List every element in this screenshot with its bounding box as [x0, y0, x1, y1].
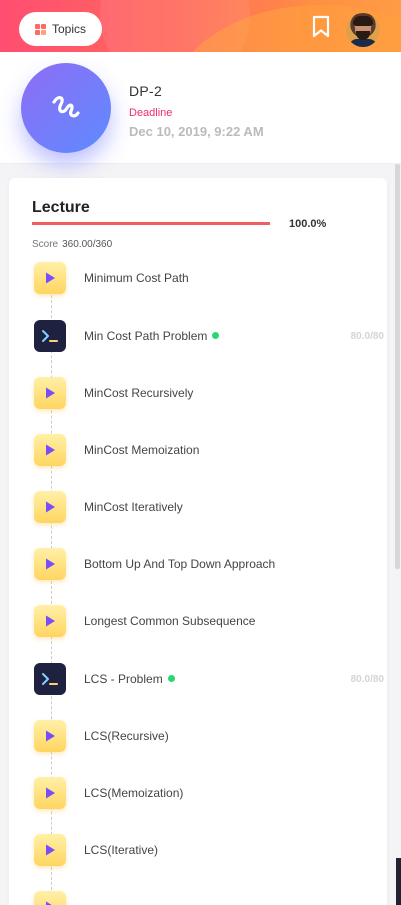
squiggle-icon	[52, 96, 80, 118]
lecture-card: Lecture 100.0% Score 360.00/360 Minimum C…	[9, 178, 387, 905]
progress-fill	[32, 222, 270, 225]
lecture-title: Lecture	[32, 199, 90, 216]
item-label: LCS(Iterative)	[84, 843, 159, 857]
video-item[interactable]: MinCost Recursively	[9, 377, 387, 417]
course-title: DP-2	[129, 83, 163, 99]
play-icon	[34, 891, 66, 905]
bottom-edge	[396, 858, 401, 905]
video-item[interactable]: Longest Common Subsequence	[9, 605, 387, 645]
bookmark-icon[interactable]	[311, 15, 331, 39]
play-icon	[34, 434, 66, 466]
video-item[interactable]	[9, 891, 387, 905]
score-label: Score	[32, 239, 59, 250]
play-icon	[34, 548, 66, 580]
video-item[interactable]: LCS(Recursive)	[9, 720, 387, 760]
play-icon	[34, 377, 66, 409]
course-logo	[21, 63, 111, 153]
grid-icon	[34, 23, 46, 35]
play-icon	[34, 777, 66, 809]
scrollbar[interactable]	[395, 164, 400, 569]
course-info: DP-2 Deadline Dec 10, 2019, 9:22 AM	[0, 52, 401, 164]
item-label: LCS - Problem	[84, 672, 175, 686]
item-label: LCS(Memoization)	[84, 786, 184, 800]
deadline-date: Dec 10, 2019, 9:22 AM	[129, 124, 264, 139]
score: Score 360.00/360	[32, 239, 112, 250]
topics-label: Topics	[51, 22, 86, 36]
avatar[interactable]	[346, 13, 380, 47]
item-label: MinCost Recursively	[84, 386, 194, 400]
item-label: LCS(Recursive)	[84, 729, 169, 743]
score-value: 360.00/360	[62, 239, 113, 250]
item-label: Bottom Up And Top Down Approach	[84, 557, 276, 571]
problem-item[interactable]: LCS - Problem 80.0/80	[9, 663, 387, 703]
play-icon	[34, 605, 66, 637]
item-label: Longest Common Subsequence	[84, 614, 256, 628]
video-item[interactable]: LCS(Iterative)	[9, 834, 387, 874]
play-icon	[34, 834, 66, 866]
topics-button[interactable]: Topics	[19, 12, 102, 46]
completed-dot-icon	[212, 332, 220, 339]
problem-item[interactable]: Min Cost Path Problem 80.0/80	[9, 320, 387, 360]
item-label: Minimum Cost Path	[84, 271, 189, 285]
deadline-label: Deadline	[129, 107, 173, 119]
play-icon	[34, 491, 66, 523]
terminal-icon	[34, 663, 66, 695]
item-label: MinCost Iteratively	[84, 500, 183, 514]
item-label: Min Cost Path Problem	[84, 329, 220, 343]
item-label: MinCost Memoization	[84, 443, 200, 457]
play-icon	[34, 720, 66, 752]
progress-percent: 100.0%	[289, 218, 327, 230]
terminal-icon	[34, 320, 66, 352]
item-points: 80.0/80	[350, 674, 384, 685]
video-item[interactable]: LCS(Memoization)	[9, 777, 387, 817]
item-points: 80.0/80	[350, 331, 384, 342]
video-item[interactable]: Minimum Cost Path	[9, 262, 387, 302]
progress-bar	[32, 222, 270, 225]
video-item[interactable]: MinCost Memoization	[9, 434, 387, 474]
video-item[interactable]: MinCost Iteratively	[9, 491, 387, 531]
play-icon	[34, 262, 66, 294]
top-header: Topics	[0, 0, 401, 58]
completed-dot-icon	[167, 675, 175, 682]
video-item[interactable]: Bottom Up And Top Down Approach	[9, 548, 387, 588]
